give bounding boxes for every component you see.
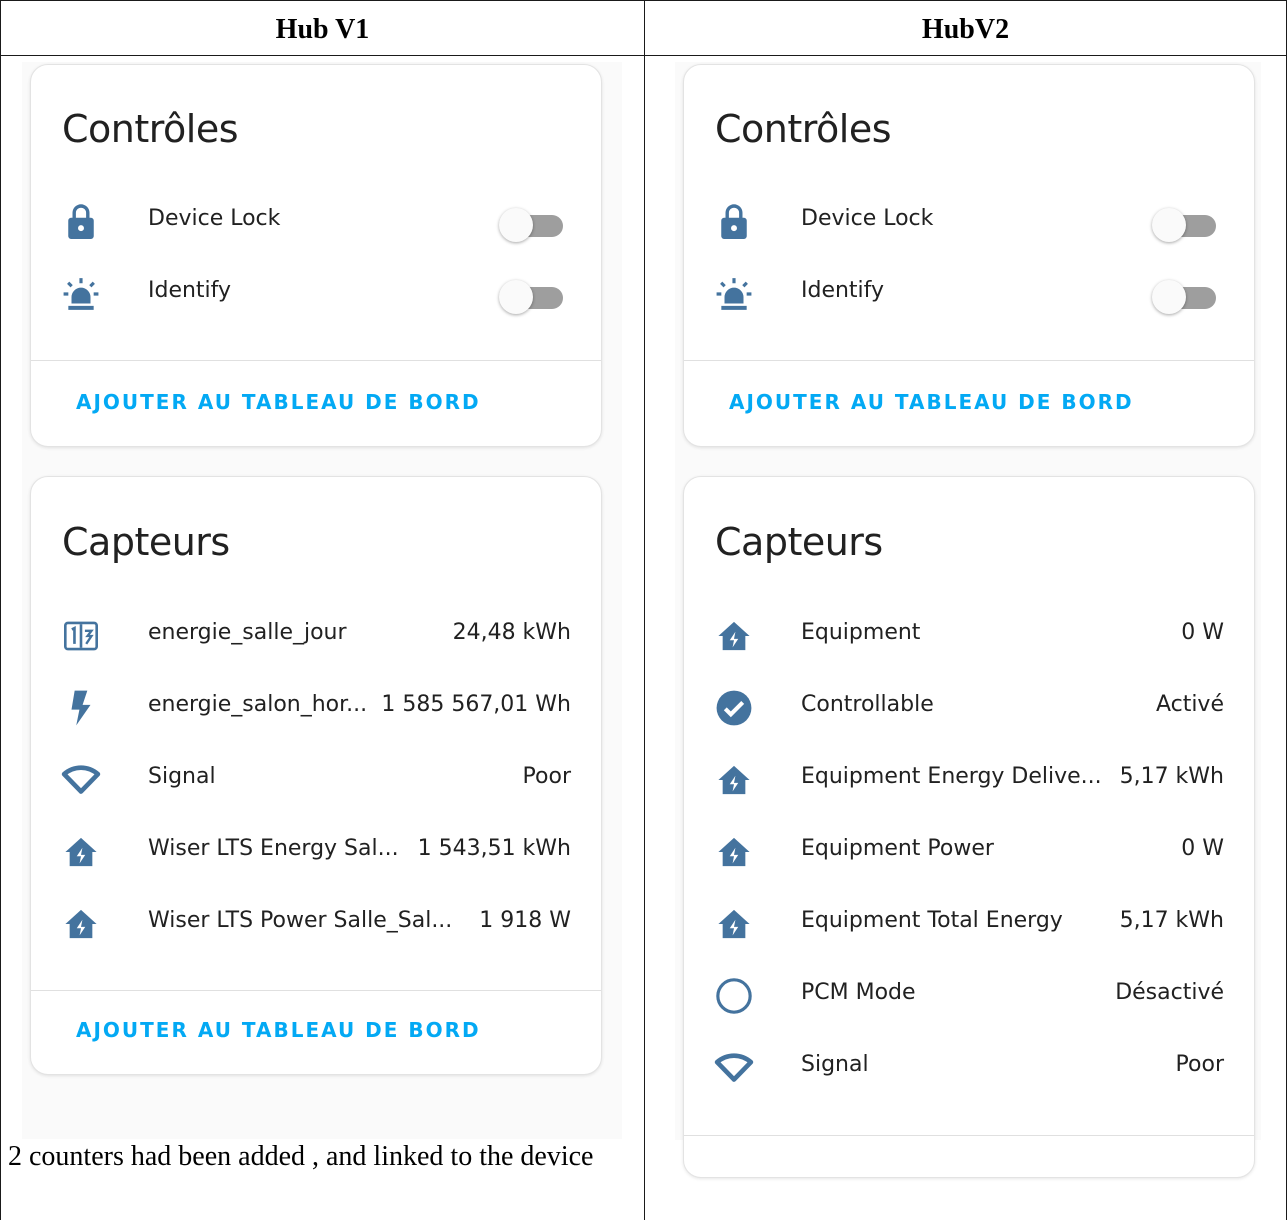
home-lightning-icon — [714, 760, 754, 800]
sensor-label: Signal — [801, 1052, 869, 1077]
sensor-label: Signal — [148, 764, 216, 789]
control-label: Device Lock — [148, 206, 281, 231]
sensor-row[interactable]: Wiser LTS Power Salle_Sal... 1 918 W — [31, 898, 601, 948]
controls-card: Contrôles Device Lock Identify AJOUTER A… — [683, 64, 1255, 447]
device-lock-toggle[interactable] — [1152, 208, 1216, 242]
control-label: Identify — [148, 278, 232, 303]
card-divider — [31, 360, 601, 361]
identify-toggle[interactable] — [1152, 280, 1216, 314]
sensor-label: Equipment Total Energy — [801, 908, 1063, 933]
home-lightning-icon — [714, 904, 754, 944]
check-circle-icon — [714, 688, 754, 728]
sensor-label: Equipment Power — [801, 836, 994, 861]
lock-icon — [714, 202, 754, 242]
card-title: Capteurs — [715, 520, 883, 564]
counter-icon — [61, 616, 101, 656]
sensor-value: Poor — [1175, 1052, 1224, 1077]
sensor-row[interactable]: Equipment Power 0 W — [684, 826, 1254, 876]
sensor-value: 1 543,51 kWh — [417, 836, 571, 861]
flash-icon — [61, 688, 101, 728]
sensor-value: 0 W — [1181, 620, 1224, 645]
sensor-row[interactable]: Equipment 0 W — [684, 610, 1254, 660]
card-title: Contrôles — [715, 107, 892, 151]
home-lightning-icon — [61, 904, 101, 944]
control-row-identify[interactable]: Identify — [684, 268, 1254, 318]
card-divider — [684, 1135, 1254, 1136]
sensor-row[interactable]: Controllable Activé — [684, 682, 1254, 732]
sensor-row[interactable]: Equipment Total Energy 5,17 kWh — [684, 898, 1254, 948]
sensors-card: Capteurs energie_salle_jour 24,48 kWh en… — [30, 476, 602, 1075]
column-heading-hub-v2: HubV2 — [921, 14, 1010, 45]
sensor-label: Controllable — [801, 692, 934, 717]
home-lightning-icon — [61, 832, 101, 872]
sensor-row[interactable]: Signal Poor — [31, 754, 601, 804]
sensor-value: 1 585 567,01 Wh — [381, 692, 571, 717]
lock-icon — [61, 202, 101, 242]
control-label: Identify — [801, 278, 885, 303]
hub-v1-screenshot: Contrôles Device Lock Identify AJOUTER A… — [22, 62, 622, 1139]
sensor-value: Poor — [522, 764, 571, 789]
add-to-dashboard-button[interactable]: AJOUTER AU TABLEAU DE BORD — [729, 390, 1134, 414]
column-heading-hub-v1: Hub V1 — [275, 14, 370, 45]
card-divider — [684, 360, 1254, 361]
add-to-dashboard-button[interactable]: AJOUTER AU TABLEAU DE BORD — [76, 390, 481, 414]
sensor-label: Wiser LTS Energy Sal... — [148, 836, 399, 861]
sensors-card: Capteurs Equipment 0 W Controllable Acti… — [683, 476, 1255, 1178]
sensor-row[interactable]: Wiser LTS Energy Sal... 1 543,51 kWh — [31, 826, 601, 876]
control-row-identify[interactable]: Identify — [31, 268, 601, 318]
sensor-value: 24,48 kWh — [452, 620, 571, 645]
sensor-label: energie_salle_jour — [148, 620, 347, 645]
alarm-light-icon — [714, 274, 754, 314]
sensor-label: Equipment — [801, 620, 921, 645]
sensor-row[interactable]: PCM Mode Désactivé — [684, 970, 1254, 1020]
card-divider — [31, 990, 601, 991]
hub-v2-screenshot: Contrôles Device Lock Identify AJOUTER A… — [675, 62, 1261, 1178]
identify-toggle[interactable] — [499, 280, 563, 314]
table-border-left — [0, 0, 1, 1220]
table-column-divider — [644, 0, 645, 1220]
wifi-signal-icon — [714, 1048, 754, 1088]
sensor-row[interactable]: Equipment Energy Delive... 5,17 kWh — [684, 754, 1254, 804]
add-to-dashboard-button[interactable]: AJOUTER AU TABLEAU DE BORD — [76, 1018, 481, 1042]
sensor-value: 5,17 kWh — [1119, 908, 1224, 933]
device-lock-toggle[interactable] — [499, 208, 563, 242]
sensor-label: Equipment Energy Delive... — [801, 764, 1102, 789]
sensor-row[interactable]: energie_salon_hor... 1 585 567,01 Wh — [31, 682, 601, 732]
card-title: Contrôles — [62, 107, 239, 151]
card-title: Capteurs — [62, 520, 230, 564]
sensor-row[interactable]: energie_salle_jour 24,48 kWh — [31, 610, 601, 660]
sensor-row[interactable]: Signal Poor — [684, 1042, 1254, 1092]
control-label: Device Lock — [801, 206, 934, 231]
sensor-label: PCM Mode — [801, 980, 916, 1005]
control-row-device-lock[interactable]: Device Lock — [31, 196, 601, 246]
sensor-label: energie_salon_hor... — [148, 692, 368, 717]
home-lightning-icon — [714, 616, 754, 656]
control-row-device-lock[interactable]: Device Lock — [684, 196, 1254, 246]
controls-card: Contrôles Device Lock Identify AJOUTER A… — [30, 64, 602, 447]
sensor-label: Wiser LTS Power Salle_Sal... — [148, 908, 453, 933]
home-lightning-icon — [714, 832, 754, 872]
note-text: 2 counters had been added , and linked t… — [8, 1141, 594, 1172]
sensor-value: Désactivé — [1115, 980, 1224, 1005]
circle-outline-icon — [714, 976, 754, 1016]
alarm-light-icon — [61, 274, 101, 314]
sensor-value: 0 W — [1181, 836, 1224, 861]
sensor-value: 5,17 kWh — [1119, 764, 1224, 789]
wifi-signal-icon — [61, 760, 101, 800]
sensor-value: 1 918 W — [479, 908, 571, 933]
sensor-value: Activé — [1155, 692, 1224, 717]
comparison-table: Hub V1 HubV2 Contrôles Device Lock Ident… — [0, 0, 1287, 1220]
